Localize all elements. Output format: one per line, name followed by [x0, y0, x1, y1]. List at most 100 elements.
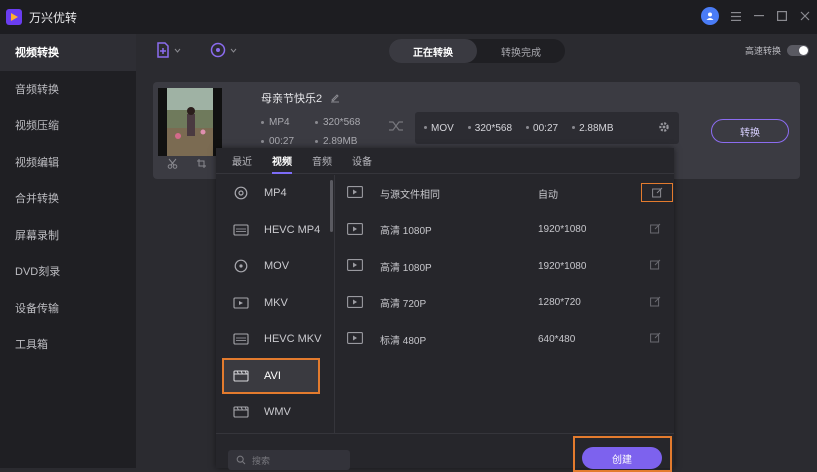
- tab-video[interactable]: 视频: [272, 148, 292, 174]
- resolution-size: 1920*1080: [538, 260, 587, 272]
- format-item-hevc-mkv[interactable]: HEVC MKV: [216, 321, 330, 358]
- convert-arrow-icon: [389, 121, 403, 131]
- scissors-icon[interactable]: [167, 158, 178, 169]
- format-item-mkv[interactable]: MKV: [216, 285, 330, 322]
- add-file-button[interactable]: [156, 42, 181, 58]
- edit-name-icon[interactable]: [330, 93, 340, 103]
- sidebar-item-merge-convert[interactable]: 合并转换: [0, 180, 136, 217]
- target-format-box[interactable]: MOV 320*568 00:27 2.88MB: [415, 112, 679, 144]
- sidebar: 视频转换 音频转换 视频压缩 视频编辑 合并转换 屏幕录制 DVD刻录 设备传输…: [0, 34, 136, 468]
- format-search-input[interactable]: 搜索: [228, 450, 350, 470]
- video-thumbnail[interactable]: [158, 88, 222, 156]
- tab-converted[interactable]: 转换完成: [477, 39, 565, 63]
- tab-device[interactable]: 设备: [352, 148, 372, 174]
- chevron-down-icon: [174, 48, 181, 53]
- close-icon[interactable]: [799, 10, 811, 22]
- search-placeholder: 搜索: [252, 455, 271, 466]
- edit-preset-icon[interactable]: [650, 223, 661, 234]
- source-resolution: 320*568: [315, 117, 360, 128]
- format-item-hevc-mp4[interactable]: HEVC MP4: [216, 212, 330, 249]
- minimize-icon[interactable]: [753, 10, 765, 22]
- sidebar-item-toolbox[interactable]: 工具箱: [0, 326, 136, 363]
- sidebar-item-device-transfer[interactable]: 设备传输: [0, 290, 136, 327]
- video-thumbnail-image: [158, 88, 222, 156]
- user-avatar-icon[interactable]: [701, 7, 719, 25]
- target-resolution: 320*568: [467, 123, 512, 134]
- target-size: 2.88MB: [572, 123, 614, 134]
- maximize-icon[interactable]: [776, 10, 788, 22]
- edit-preset-icon[interactable]: [650, 296, 661, 307]
- source-size: 2.89MB: [315, 136, 357, 147]
- resolution-item[interactable]: 高清 1080P 1920*1080: [336, 212, 674, 249]
- resolution-item[interactable]: 标清 480P 640*480: [336, 321, 674, 358]
- sidebar-item-label: 合并转换: [15, 193, 59, 206]
- high-speed-label: 高速转换: [744, 46, 781, 56]
- app-title: 万兴优转: [29, 10, 78, 25]
- quicktime-icon: [232, 258, 250, 274]
- format-panel-tabs: 最近 视频 音频 设备: [216, 148, 674, 174]
- video-file-icon: [232, 295, 250, 311]
- resolution-name: 高清 720P: [380, 299, 427, 311]
- sidebar-item-label: 视频压缩: [15, 120, 59, 133]
- sidebar-item-video-compress[interactable]: 视频压缩: [0, 107, 136, 144]
- format-item-mp4[interactable]: MP4: [216, 175, 330, 212]
- disc-icon: [210, 42, 226, 58]
- resolution-name: 高清 1080P: [380, 226, 432, 238]
- format-label: MOV: [264, 260, 290, 273]
- create-button[interactable]: 创建: [582, 447, 662, 469]
- toolbar: 正在转换 转换完成 高速转换: [136, 34, 817, 70]
- file-name-row: 母亲节快乐2: [261, 90, 340, 106]
- sidebar-item-label: DVD刻录: [15, 266, 61, 279]
- add-file-icon: [157, 42, 169, 58]
- edit-preset-icon[interactable]: [650, 259, 661, 270]
- edit-preset-icon[interactable]: [650, 332, 661, 343]
- source-duration: 00:27: [261, 136, 294, 147]
- menu-icon[interactable]: [730, 10, 742, 22]
- sidebar-item-audio-convert[interactable]: 音频转换: [0, 71, 136, 108]
- video-play-icon: [347, 295, 363, 308]
- resolution-size: 1920*1080: [538, 224, 587, 236]
- sidebar-item-label: 视频编辑: [15, 156, 59, 169]
- format-item-mov[interactable]: MOV: [216, 248, 330, 285]
- app-logo-icon: [6, 9, 22, 25]
- video-play-icon: [347, 186, 363, 198]
- resolution-size: 1280*720: [538, 297, 581, 309]
- format-label: MP4: [264, 187, 287, 200]
- sidebar-item-label: 音频转换: [15, 83, 59, 96]
- tab-audio[interactable]: 音频: [312, 148, 332, 174]
- format-item-wmv[interactable]: WMV: [216, 394, 330, 431]
- convert-button[interactable]: 转换: [711, 119, 789, 143]
- sidebar-item-video-edit[interactable]: 视频编辑: [0, 144, 136, 181]
- format-label: AVI: [264, 369, 281, 382]
- gear-icon[interactable]: [658, 121, 670, 133]
- resolution-size: 自动: [538, 189, 558, 201]
- format-label: MKV: [264, 296, 288, 309]
- format-item-avi[interactable]: AVI: [222, 357, 320, 394]
- resolution-item[interactable]: 高清 720P 1280*720: [336, 285, 674, 322]
- disc-icon: [232, 185, 250, 201]
- tab-converting[interactable]: 正在转换: [389, 39, 477, 63]
- sidebar-item-dvd-burn[interactable]: DVD刻录: [0, 253, 136, 290]
- resolution-item[interactable]: 与源文件相同 自动: [336, 175, 674, 212]
- film-icon: [232, 368, 250, 384]
- resolution-name: 高清 1080P: [380, 262, 432, 274]
- format-label: HEVC MP4: [264, 223, 321, 236]
- sidebar-item-label: 屏幕录制: [15, 229, 59, 242]
- edit-preset-icon[interactable]: [641, 183, 673, 202]
- film-icon: [232, 404, 250, 420]
- sidebar-item-screen-record[interactable]: 屏幕录制: [0, 217, 136, 254]
- panel-divider: [334, 175, 335, 433]
- load-dvd-button[interactable]: [210, 42, 237, 58]
- resolution-item[interactable]: 高清 1080P 1920*1080: [336, 248, 674, 285]
- file-name: 母亲节快乐2: [261, 93, 323, 105]
- format-label: HEVC MKV: [264, 333, 322, 346]
- format-list-scrollbar[interactable]: [330, 180, 333, 232]
- title-bar: 万兴优转: [0, 0, 817, 34]
- high-speed-toggle[interactable]: [787, 45, 809, 56]
- sidebar-item-video-convert[interactable]: 视频转换: [0, 34, 136, 71]
- crop-icon[interactable]: [196, 158, 207, 169]
- hevc-icon: [232, 331, 250, 347]
- sidebar-item-label: 设备传输: [15, 302, 59, 315]
- tab-recent[interactable]: 最近: [232, 148, 252, 174]
- high-speed-toggle-group: 高速转换: [745, 44, 809, 57]
